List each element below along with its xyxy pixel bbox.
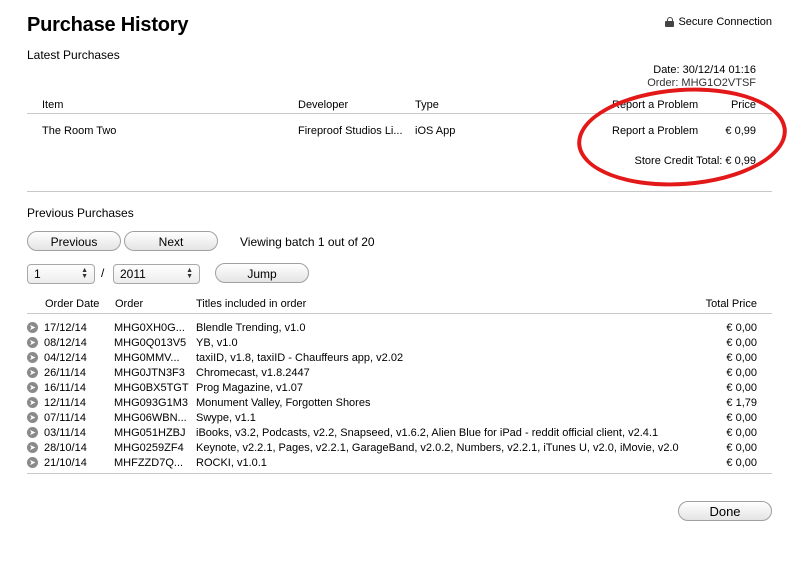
table-row[interactable]: ➤ 08/12/14 MHG0Q013V5 YB, v1.0 € 0,00 [27,337,757,352]
table-row[interactable]: ➤ 04/12/14 MHG0MMV... taxiID, v1.8, taxiID … [27,352,757,367]
table-row[interactable]: ➤ 28/10/14 MHG0259ZF4 Keynote, v2.2.1, Page… [27,442,757,457]
arrow-right-icon[interactable]: ➤ [27,397,38,408]
order-total: € 0,00 [726,382,757,394]
col-item: Item [42,99,64,111]
arrow-right-icon[interactable]: ➤ [27,457,38,468]
order-date: 28/10/14 [44,442,87,454]
order-date: 04/12/14 [44,352,87,364]
order-date: 16/11/14 [44,382,87,394]
table-row[interactable]: ➤ 17/12/14 MHG0XH0G... Blendle Trending, v1… [27,322,757,337]
jump-button[interactable]: Jump [215,263,309,283]
order-id: MHG0BX5TGT [114,382,189,394]
updown-arrows-icon: ▲ ▼ [81,267,88,280]
order-total: € 0,00 [726,427,757,439]
batch-info: Viewing batch 1 out of 20 [240,235,375,249]
order-date: 03/11/14 [44,427,87,439]
table-row[interactable]: ➤ 26/11/14 MHG0JTN3F3 Chromecast, v1.8.2447… [27,367,757,382]
arrow-right-icon[interactable]: ➤ [27,337,38,348]
year-select-value: 2011 [120,267,146,281]
purchase-date: Date: 30/12/14 01:16 [653,64,756,76]
order-date: 21/10/14 [44,457,87,469]
table-row[interactable]: ➤ 03/11/14 MHG051HZBJ iBooks, v3.2, Podcast… [27,427,757,442]
order-titles: YB, v1.0 [196,337,238,349]
col-order-date: Order Date [45,298,100,310]
order-date: 07/11/14 [44,412,87,424]
table-row[interactable]: ➤ 16/11/14 MHG0BX5TGT Prog Magazine, v1.07 €… [27,382,757,397]
order-date: 08/12/14 [44,337,87,349]
order-total: € 0,00 [726,322,757,334]
latest-item-type: iOS App [415,125,456,137]
order-id: MHG051HZBJ [114,427,186,439]
secure-connection: Secure Connection [665,16,772,28]
latest-item-developer[interactable]: Fireproof Studios Li... [298,125,403,137]
order-id: MHG0MMV... [114,352,180,364]
select-separator: / [101,266,105,280]
order-id: MHG0259ZF4 [114,442,184,454]
divider [27,473,772,474]
batch-select-value: 1 [34,267,41,281]
order-titles: ROCKI, v1.0.1 [196,457,267,469]
order-titles: Keynote, v2.2.1, Pages, v2.2.1, GarageBa… [196,442,679,454]
order-titles: Swype, v1.1 [196,412,256,424]
order-id: MHG093G1M3 [114,397,188,409]
divider [27,191,772,192]
arrow-right-icon[interactable]: ➤ [27,412,38,423]
col-total-price: Total Price [705,298,757,310]
col-type: Type [415,99,439,111]
order-titles: Blendle Trending, v1.0 [196,322,306,334]
latest-item-name: The Room Two [42,125,117,137]
arrow-right-icon[interactable]: ➤ [27,382,38,393]
page-title: Purchase History [27,14,189,36]
order-date: 26/11/14 [44,367,87,379]
order-titles: Chromecast, v1.8.2447 [196,367,310,379]
divider [27,313,772,314]
next-button[interactable]: Next [124,231,218,251]
col-developer: Developer [298,99,349,111]
batch-select[interactable]: 1 ▲ ▼ [27,264,95,284]
order-total: € 1,79 [726,397,757,409]
order-titles: taxiID, v1.8, taxiID - Chauffeurs app, v… [196,352,404,364]
order-id: MHG0JTN3F3 [114,367,185,379]
arrow-right-icon[interactable]: ➤ [27,352,38,363]
order-titles: Monument Valley, Forgotten Shores [196,397,371,409]
order-titles: Prog Magazine, v1.07 [196,382,304,394]
year-select[interactable]: 2011 ▲ ▼ [113,264,200,284]
order-id: MHG0XH0G... [114,322,185,334]
done-button[interactable]: Done [678,501,772,521]
arrow-right-icon[interactable]: ➤ [27,322,38,333]
table-row[interactable]: ➤ 07/11/14 MHG06WBN... Swype, v1.1 € 0,00 [27,412,757,427]
col-titles: Titles included in order [196,298,307,310]
order-id: MHG06WBN... [114,412,187,424]
order-date: 12/11/14 [44,397,87,409]
purchase-order-id: Order: MHG1Q2VTSF [647,77,756,86]
previous-button[interactable]: Previous [27,231,121,251]
order-id: MHG0Q013V5 [114,337,187,349]
latest-purchases-title: Latest Purchases [27,48,120,62]
order-total: € 0,00 [726,337,757,349]
order-total: € 0,00 [726,367,757,379]
lock-icon [665,17,675,27]
order-date: 17/12/14 [44,322,87,334]
table-row[interactable]: ➤ 21/10/14 MHFZZD7Q... ROCKI, v1.0.1 € 0,00 [27,457,757,472]
order-id: MHFZZD7Q... [114,457,184,469]
table-row[interactable]: ➤ 12/11/14 MHG093G1M3 Monument Valley, Forg… [27,397,757,412]
arrow-right-icon[interactable]: ➤ [27,442,38,453]
updown-arrows-icon: ▲ ▼ [186,267,193,280]
arrow-right-icon[interactable]: ➤ [27,367,38,378]
secure-connection-label: Secure Connection [678,16,772,28]
order-total: € 0,00 [726,412,757,424]
col-order: Order [115,298,144,310]
order-total: € 0,00 [726,442,757,454]
order-total: € 0,00 [726,457,757,469]
order-total: € 0,00 [726,352,757,364]
order-titles: iBooks, v3.2, Podcasts, v2.2, Snapseed, … [196,427,659,439]
annotation-oval [573,80,791,194]
previous-purchases-title: Previous Purchases [27,206,134,220]
arrow-right-icon[interactable]: ➤ [27,427,38,438]
